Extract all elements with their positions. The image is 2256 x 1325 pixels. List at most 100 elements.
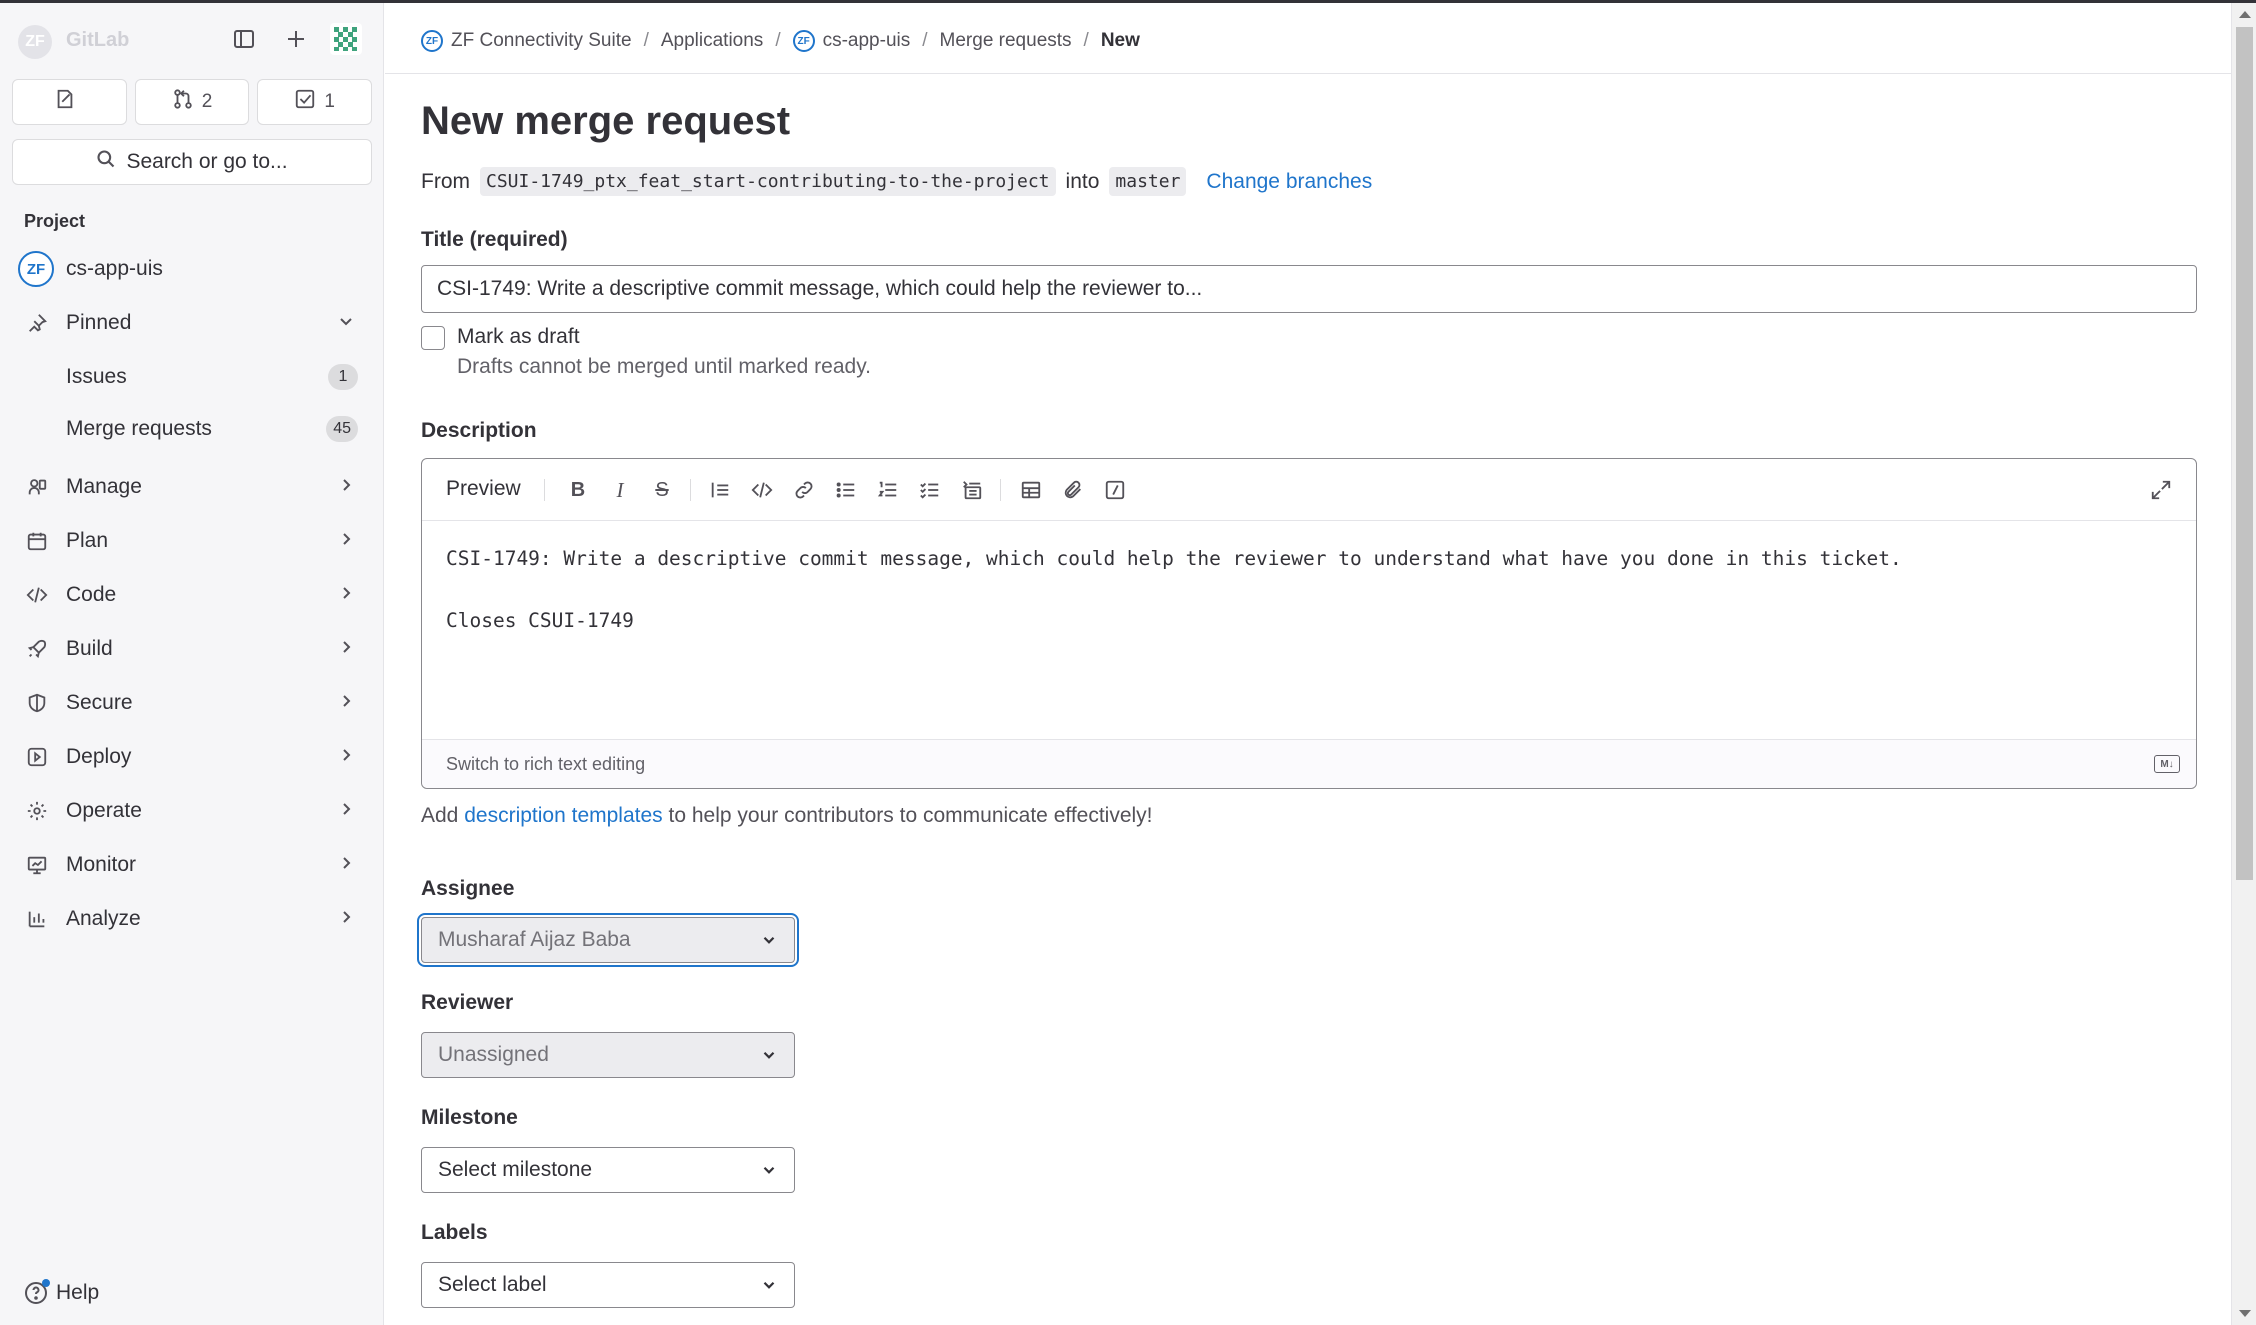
- switch-rich-text-button[interactable]: Switch to rich text editing: [446, 754, 645, 775]
- reviewer-label: Reviewer: [421, 991, 514, 1014]
- bold-icon[interactable]: B: [565, 477, 591, 503]
- page-scrollbar[interactable]: [2231, 3, 2256, 1325]
- sidebar: ZF GitLab 2 1 Search or go to... Project…: [0, 3, 384, 1325]
- main-content: ZF ZF Connectivity Suite / Applications /…: [385, 3, 2231, 1325]
- toolbar-divider: [1000, 479, 1001, 501]
- scroll-up-arrow[interactable]: [2239, 11, 2251, 18]
- sidebar-header: ZF GitLab: [0, 3, 384, 77]
- sidebar-section-title: Project: [24, 211, 86, 231]
- assignee-value: Musharaf Aijaz Baba: [438, 928, 631, 951]
- code-icon[interactable]: [749, 477, 775, 503]
- sidebar-item-label: Monitor: [66, 853, 137, 876]
- sidebar-item-pinned[interactable]: Pinned: [12, 299, 372, 347]
- preview-tab[interactable]: Preview: [446, 477, 521, 501]
- merge-request-icon: [172, 88, 194, 116]
- table-icon[interactable]: [1018, 477, 1044, 503]
- search-button[interactable]: Search or go to...: [12, 139, 372, 185]
- breadcrumb-separator: /: [1083, 30, 1089, 51]
- mark-as-draft-checkbox[interactable]: [421, 326, 445, 350]
- sidebar-item-label: Build: [66, 637, 113, 660]
- strikethrough-icon[interactable]: S: [649, 477, 675, 503]
- fullscreen-icon[interactable]: [2148, 477, 2174, 503]
- sidebar-item-code[interactable]: Code: [12, 571, 372, 619]
- chevron-right-icon: [338, 801, 354, 822]
- breadcrumb-item-subgroup[interactable]: Applications: [661, 30, 763, 52]
- description-line: Closes CSUI-1749: [446, 609, 634, 632]
- sidebar-item-operate[interactable]: Operate: [12, 787, 372, 835]
- sidebar-item-build[interactable]: Build: [12, 625, 372, 673]
- assignee-select[interactable]: Musharaf Aijaz Baba: [421, 917, 795, 963]
- create-new-button[interactable]: [278, 23, 314, 59]
- org-logo[interactable]: ZF: [18, 25, 52, 59]
- manage-icon: [24, 474, 50, 500]
- help-icon: [24, 1279, 50, 1305]
- into-label: into: [1065, 169, 1100, 193]
- mark-as-draft-label[interactable]: Mark as draft: [457, 325, 580, 349]
- branch-info: From CSUI-1749_ptx_feat_start-contributi…: [421, 167, 1372, 196]
- breadcrumb-item-project[interactable]: ZF cs-app-uis: [792, 30, 910, 52]
- milestone-label: Milestone: [421, 1106, 518, 1129]
- breadcrumb-separator: /: [643, 30, 649, 51]
- user-avatar-button[interactable]: [328, 22, 364, 59]
- chevron-down-icon: [338, 313, 354, 334]
- toolbar-divider: [544, 479, 545, 501]
- templates-suffix: to help your contributors to communicate…: [668, 804, 1153, 827]
- description-textarea[interactable]: CSI-1749: Write a descriptive commit mes…: [446, 543, 1902, 636]
- assigned-issues-button[interactable]: [12, 79, 127, 125]
- description-templates-link[interactable]: description templates: [464, 804, 662, 827]
- group-avatar-icon: ZF: [421, 30, 443, 52]
- sidebar-item-label: Plan: [66, 529, 109, 552]
- pin-icon: [24, 310, 50, 336]
- analyze-icon: [24, 906, 50, 932]
- title-input-value: CSI-1749: Write a descriptive commit mes…: [437, 277, 1203, 300]
- project-avatar: ZF: [18, 251, 54, 287]
- sidebar-item-project[interactable]: ZF cs-app-uis: [12, 245, 372, 293]
- operate-icon: [24, 798, 50, 824]
- title-input[interactable]: CSI-1749: Write a descriptive commit mes…: [421, 265, 2197, 313]
- plan-icon: [24, 528, 50, 554]
- sidebar-item-monitor[interactable]: Monitor: [12, 841, 372, 889]
- chevron-right-icon: [338, 477, 354, 498]
- attach-file-icon[interactable]: [1060, 477, 1086, 503]
- task-list-icon[interactable]: [917, 477, 943, 503]
- quote-icon[interactable]: [707, 477, 733, 503]
- search-label: Search or go to...: [126, 150, 288, 173]
- todos-button[interactable]: 1: [257, 79, 373, 125]
- italic-icon[interactable]: I: [607, 477, 633, 503]
- sidebar-item-issues[interactable]: Issues 1: [12, 353, 372, 401]
- help-label: Help: [56, 1281, 100, 1304]
- chevron-down-icon: [760, 1276, 778, 1300]
- gitlab-logo-text[interactable]: GitLab: [66, 29, 129, 52]
- todo-icon: [294, 88, 316, 116]
- milestone-select[interactable]: Select milestone: [421, 1147, 795, 1193]
- sidebar-item-deploy[interactable]: Deploy: [12, 733, 372, 781]
- issues-count-badge: 1: [328, 364, 358, 390]
- sidebar-item-analyze[interactable]: Analyze: [12, 895, 372, 943]
- collapsible-section-icon[interactable]: [959, 477, 985, 503]
- breadcrumb-item-merge-requests[interactable]: Merge requests: [940, 30, 1072, 52]
- labels-select[interactable]: Select label: [421, 1262, 795, 1308]
- quick-actions-icon[interactable]: [1102, 477, 1128, 503]
- sidebar-item-merge-requests[interactable]: Merge requests 45: [12, 405, 372, 453]
- sidebar-item-manage[interactable]: Manage: [12, 463, 372, 511]
- sidebar-item-secure[interactable]: Secure: [12, 679, 372, 727]
- plus-icon: [284, 27, 308, 56]
- bullet-list-icon[interactable]: [833, 477, 859, 503]
- toggle-sidebar-button[interactable]: [226, 23, 262, 59]
- change-branches-link[interactable]: Change branches: [1206, 170, 1372, 194]
- chevron-down-icon: [760, 1046, 778, 1070]
- scroll-thumb[interactable]: [2236, 27, 2253, 880]
- sidebar-item-plan[interactable]: Plan: [12, 517, 372, 565]
- breadcrumb-item-group[interactable]: ZF ZF Connectivity Suite: [421, 30, 632, 52]
- labels-value: Select label: [438, 1273, 547, 1296]
- reviewer-select[interactable]: Unassigned: [421, 1032, 795, 1078]
- merge-requests-button[interactable]: 2: [134, 79, 250, 125]
- link-icon[interactable]: [791, 477, 817, 503]
- source-branch: CSUI-1749_ptx_feat_start-contributing-to…: [480, 167, 1056, 196]
- target-branch: master: [1109, 167, 1187, 196]
- chevron-right-icon: [338, 639, 354, 660]
- from-label: From: [421, 169, 470, 193]
- help-button[interactable]: Help: [24, 1279, 100, 1305]
- scroll-down-arrow[interactable]: [2239, 1310, 2251, 1317]
- numbered-list-icon[interactable]: [875, 477, 901, 503]
